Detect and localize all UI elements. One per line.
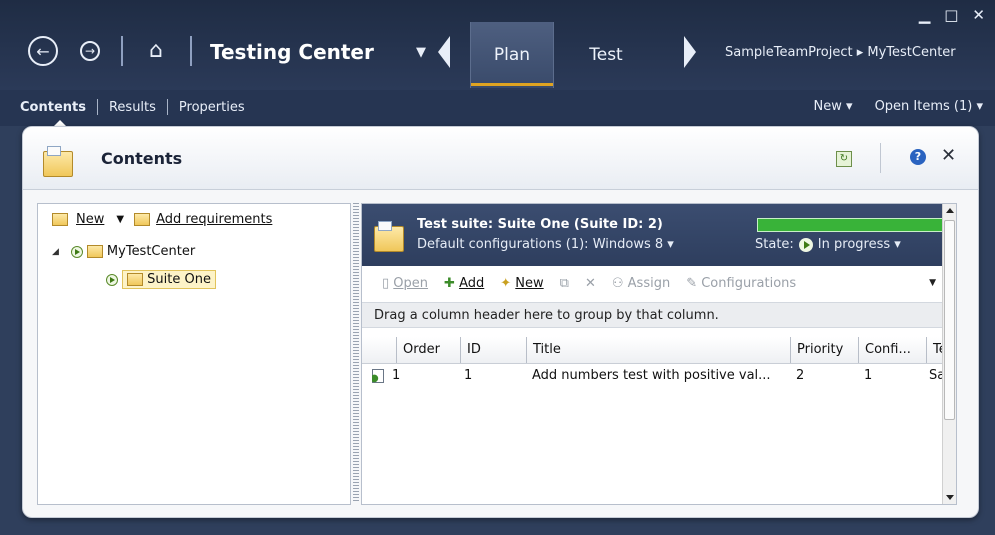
column-header-priority[interactable]: Priority — [790, 337, 858, 363]
suite-details-pane: Test suite: Suite One (Suite ID: 2) Defa… — [361, 203, 957, 505]
subnav-results[interactable]: Results — [109, 100, 156, 115]
tab-plan[interactable]: Plan — [470, 22, 554, 88]
column-header-order[interactable]: Order — [396, 337, 460, 363]
close-window-button[interactable]: ✕ — [972, 6, 985, 24]
remove-icon[interactable]: ✕ — [585, 276, 596, 291]
column-header-title[interactable]: Title — [526, 337, 790, 363]
copy-icon[interactable]: ⧉ — [560, 276, 569, 291]
scroll-thumb[interactable] — [944, 220, 955, 420]
header-divider — [880, 143, 881, 173]
refresh-icon[interactable]: ↻ — [836, 151, 852, 167]
expand-toggle-icon[interactable]: ◢ — [52, 247, 59, 257]
tree-node[interactable]: ◢ MyTestCenter — [52, 244, 195, 259]
back-arrow-icon[interactable]: ← — [28, 36, 58, 66]
suite-folder-icon — [127, 273, 143, 286]
suite-header: Test suite: Suite One (Suite ID: 2) Defa… — [362, 204, 956, 266]
contents-panel: Contents ↻ ? ✕ New ▼ Add requirements ◢ … — [22, 126, 979, 518]
breadcrumb[interactable]: SampleTeamProject ▸ MyTestCenter — [725, 45, 956, 60]
open-items-menu-button[interactable]: Open Items (1) ▾ — [875, 99, 983, 114]
new-menu-button[interactable]: New ▾ — [814, 99, 853, 114]
grid-header: Order ID Title Priority Confi... Te — [362, 337, 942, 364]
new-dropdown-chevron-icon[interactable]: ▼ — [116, 214, 124, 225]
new-test-case-button[interactable]: ✦ New — [500, 276, 543, 291]
configurations-button[interactable]: ✎ Configurations — [686, 276, 796, 291]
tree-node-label: MyTestCenter — [106, 244, 196, 259]
tab-left-chevron-icon — [438, 36, 450, 68]
close-panel-icon[interactable]: ✕ — [941, 145, 956, 166]
in-progress-icon — [798, 237, 813, 252]
tree-node-label: Suite One — [147, 272, 211, 287]
sub-nav-right: New ▾ Open Items (1) ▾ — [814, 99, 983, 114]
column-header-configurations[interactable]: Confi... — [858, 337, 926, 363]
vertical-scrollbar[interactable] — [942, 204, 956, 504]
nav-divider — [121, 36, 123, 66]
scroll-up-arrow-icon[interactable] — [946, 208, 954, 213]
grid-grip-handle[interactable] — [362, 337, 396, 363]
panel-title: Contents — [101, 149, 183, 168]
app-dropdown-chevron-icon[interactable]: ▼ — [416, 45, 426, 60]
suite-state: State: In progress ▾ — [755, 237, 901, 252]
maximize-button[interactable]: □ — [944, 6, 958, 24]
add-button[interactable]: ✚ Add — [444, 276, 484, 291]
panel-header: Contents ↻ ? ✕ — [23, 127, 978, 190]
in-progress-icon — [106, 273, 118, 286]
subnav-contents[interactable]: Contents — [20, 100, 86, 115]
app-title[interactable]: Testing Center — [210, 40, 374, 64]
default-configurations-dropdown[interactable]: Default configurations (1): Windows 8 ▾ — [417, 237, 674, 252]
home-icon[interactable]: ⌂ — [143, 38, 169, 64]
test-case-icon: ● — [372, 364, 386, 388]
open-button[interactable]: ▯ Open — [382, 276, 428, 291]
suite-tree-pane: New ▼ Add requirements ◢ MyTestCenter Su… — [37, 203, 351, 505]
tree-node-selected[interactable]: Suite One — [122, 270, 216, 289]
assign-button[interactable]: ⚇ Assign — [612, 276, 670, 291]
tree-toolbar: New ▼ Add requirements — [38, 204, 350, 234]
cell-tester: Sa — [929, 368, 942, 383]
suite-progress-bar — [757, 218, 943, 232]
contents-folder-icon — [43, 146, 73, 177]
subnav-properties[interactable]: Properties — [179, 100, 245, 115]
tab-test[interactable]: Test — [566, 22, 646, 88]
cell-title: Add numbers test with positive val... — [532, 368, 771, 383]
state-dropdown[interactable]: In progress ▾ — [818, 237, 901, 252]
cell-configurations: 1 — [864, 368, 873, 383]
tree-node[interactable]: Suite One — [106, 270, 216, 289]
window-controls: ▁ □ ✕ — [919, 6, 985, 24]
minimize-button[interactable]: ▁ — [919, 6, 931, 24]
forward-arrow-icon[interactable]: → — [80, 41, 100, 61]
in-progress-icon — [70, 245, 83, 258]
sub-nav-bar: Contents Results Properties New ▾ Open I… — [0, 90, 995, 126]
subnav-divider — [96, 99, 98, 115]
tab-right-chevron-icon — [684, 36, 696, 68]
help-icon[interactable]: ? — [910, 149, 926, 165]
group-by-bar[interactable]: Drag a column header here to group by th… — [362, 302, 942, 328]
cell-id: 1 — [464, 368, 473, 383]
suite-title: Test suite: Suite One (Suite ID: 2) — [417, 217, 663, 232]
state-label: State: — [755, 237, 794, 252]
scroll-down-arrow-icon[interactable] — [946, 495, 954, 500]
column-header-id[interactable]: ID — [460, 337, 526, 363]
new-suite-button[interactable]: New — [76, 212, 104, 227]
table-row[interactable]: ● 1 1 Add numbers test with positive val… — [362, 364, 942, 388]
suite-folder-icon — [374, 221, 404, 252]
column-header-tester[interactable]: Te — [926, 337, 942, 363]
sub-nav: Contents Results Properties — [20, 99, 245, 115]
add-requirements-icon — [134, 212, 151, 226]
subnav-divider — [166, 99, 168, 115]
cell-priority: 2 — [796, 368, 805, 383]
nav-divider — [190, 36, 192, 66]
cell-order: 1 — [392, 368, 401, 383]
suite-folder-icon — [86, 245, 103, 258]
title-bar: ▁ □ ✕ ← → ⌂ Testing Center ▼ Plan Test S… — [0, 0, 995, 90]
new-suite-icon — [52, 212, 68, 226]
add-requirements-button[interactable]: Add requirements — [156, 212, 272, 227]
pane-splitter[interactable] — [353, 203, 359, 503]
test-case-toolbar: ▯ Open ✚ Add ✦ New ⧉ ✕ ⚇ Assign ✎ Config… — [362, 268, 942, 298]
toolbar-overflow-chevron-icon[interactable]: ▼ — [929, 278, 936, 288]
